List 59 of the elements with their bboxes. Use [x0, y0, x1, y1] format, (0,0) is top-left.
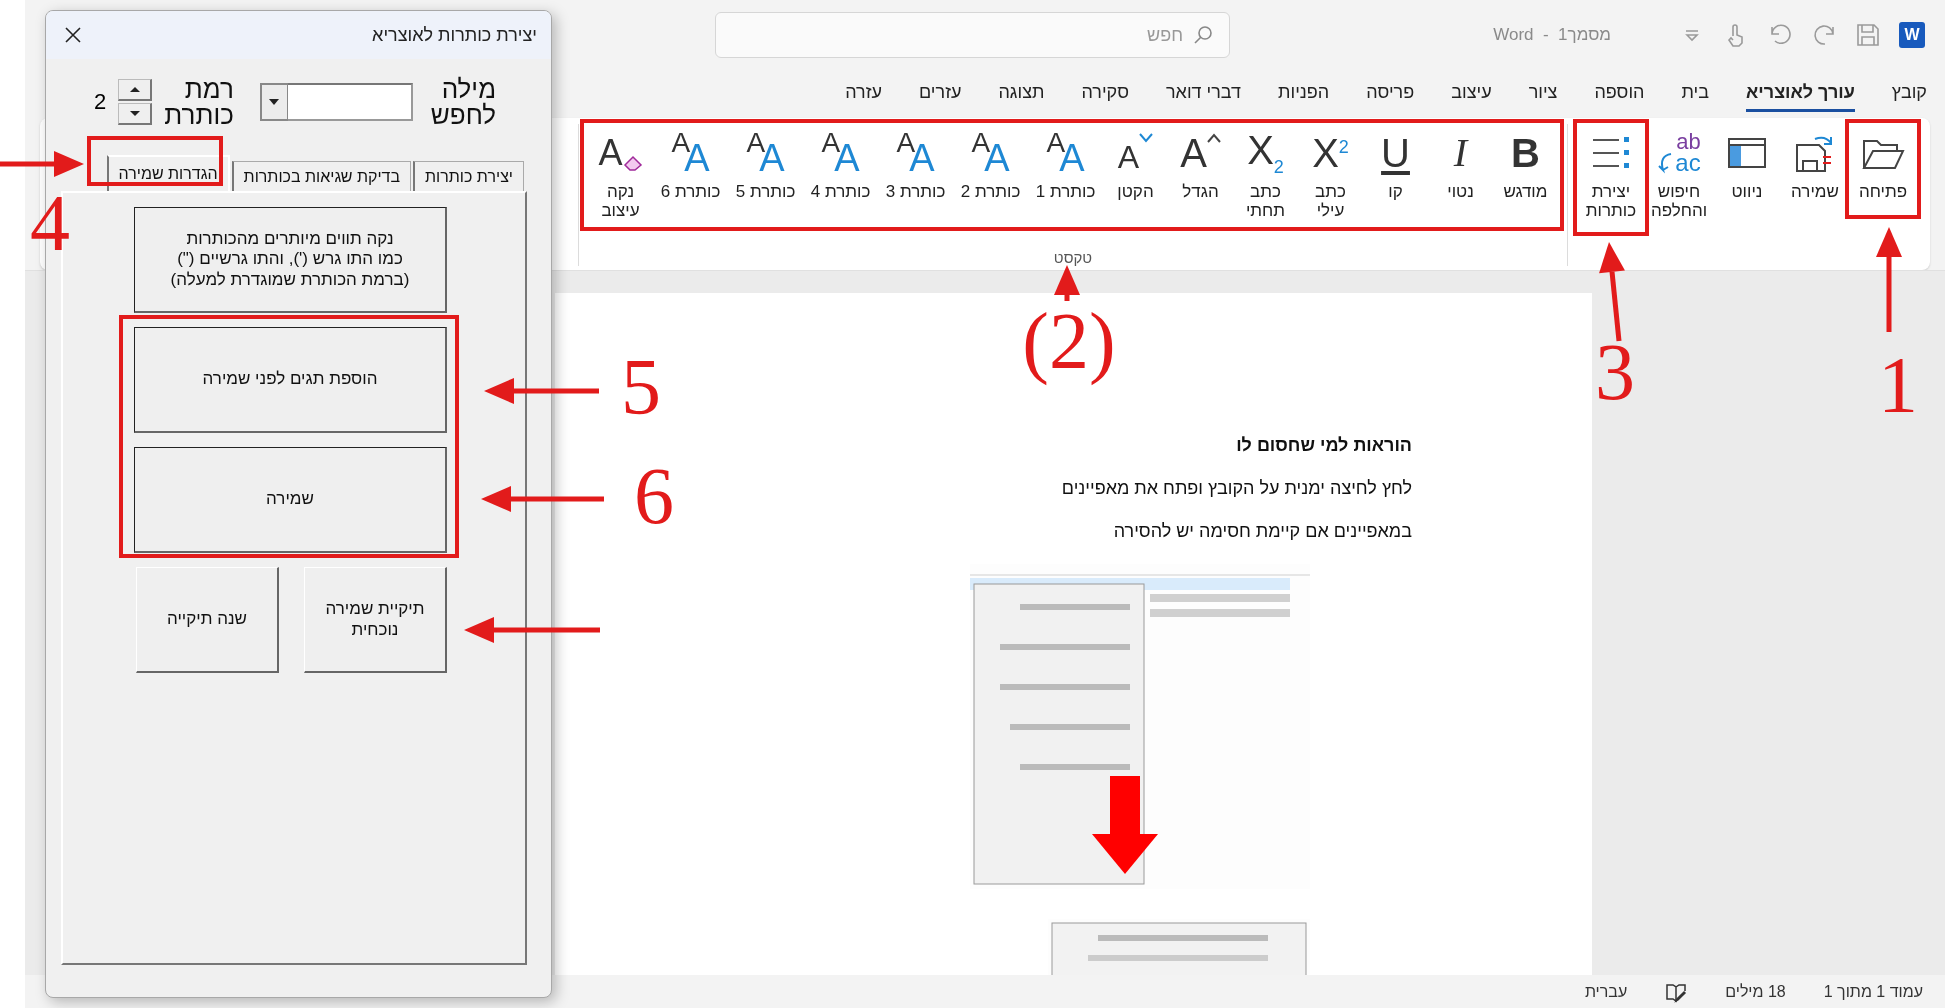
- callout-number: 1: [1878, 345, 1918, 425]
- format-glyph: U: [1381, 133, 1410, 173]
- caret-up-icon: [128, 86, 141, 93]
- dialog-title: יצירת כותרות לאוצריא: [372, 24, 537, 46]
- ribbon-button[interactable]: שמירה: [1781, 124, 1849, 202]
- spin-up-button[interactable]: [118, 79, 153, 101]
- ribbon-button[interactable]: פתיחה: [1849, 124, 1917, 202]
- caret-down-icon: [268, 98, 281, 106]
- format-glyph: I: [1453, 133, 1468, 173]
- format-glyph: B: [1511, 133, 1540, 173]
- format-glyph: X$^{2}$: [1312, 133, 1349, 173]
- page-count: עמוד 1 מתוך 1: [1823, 982, 1923, 1001]
- dialog-button[interactable]: שנה תיקייה: [136, 567, 279, 673]
- field-label: רמת כותרת: [164, 76, 234, 128]
- callout-number: 5: [621, 347, 661, 427]
- redo-icon[interactable]: [1811, 22, 1837, 48]
- document-heading: הוראות למי שחסום לו: [1235, 435, 1412, 456]
- ribbon-tab[interactable]: עזרה: [845, 76, 882, 112]
- ribbon-tab[interactable]: פריסה: [1366, 76, 1415, 112]
- dialog-button[interactable]: הוספת תגים לפני שמירה: [134, 327, 447, 433]
- format-glyph: X$_{2}$: [1247, 130, 1284, 176]
- heading-list-icon: [1591, 136, 1631, 170]
- dialog-button[interactable]: שמירה: [134, 447, 447, 553]
- group-label: טקסט: [1052, 249, 1094, 266]
- field-label: מילה לחפש: [430, 76, 496, 128]
- document-paragraph: לחץ לחיצה ימנית על הקובץ ופתח את מאפיינים: [1060, 478, 1412, 499]
- ribbon-tab[interactable]: ציור: [1528, 76, 1558, 112]
- language-indicator[interactable]: עברית: [1584, 982, 1628, 1001]
- ribbon-tab[interactable]: עזרים: [919, 76, 962, 112]
- dropdown-button[interactable]: [259, 83, 288, 121]
- ribbon-tab[interactable]: הוספה: [1594, 76, 1645, 112]
- ribbon-button[interactable]: יצירת כותרות: [1577, 124, 1645, 221]
- ribbon-tab[interactable]: הפניות: [1278, 76, 1330, 112]
- navigation-pane-icon: [1727, 137, 1767, 169]
- word-logo: W: [1899, 22, 1925, 48]
- search-icon: [1193, 25, 1213, 45]
- ribbon-tab[interactable]: סקירה: [1081, 76, 1129, 112]
- callout-number: 4: [30, 183, 70, 263]
- dialog-button[interactable]: נקה תווים מיותרים מהכותרות כמו התו גרש ('), והתו גרשיים (") (ברמת הכותרת שמוגדרת למעלה): [134, 207, 447, 313]
- dialog-tab[interactable]: יצירת כותרות: [413, 161, 524, 191]
- ribbon-tab[interactable]: עורך לאוצריא: [1746, 76, 1855, 112]
- word-count: 18 מילים: [1725, 982, 1786, 1001]
- ribbon-tab[interactable]: עיצוב: [1451, 76, 1492, 112]
- callout-number: 6: [634, 456, 674, 536]
- callout-number: 3: [1595, 332, 1635, 412]
- ribbon-tab[interactable]: בית: [1681, 76, 1710, 112]
- dialog-tab[interactable]: בדיקת שגיאות בכותרות: [231, 161, 412, 191]
- ribbon-tab[interactable]: דברי דואר: [1166, 76, 1242, 112]
- annotation-arrow: [1054, 265, 1080, 301]
- dialog-button[interactable]: תיקיית שמירה נוכחית: [304, 567, 447, 673]
- ribbon-tab[interactable]: קובץ: [1891, 76, 1927, 112]
- spin-down-button[interactable]: [118, 103, 153, 125]
- ribbon-button[interactable]: ניווט: [1713, 124, 1781, 202]
- document-paragraph: במאפיינים אם קיימת חסימה יש להסירה: [1112, 521, 1412, 542]
- level-value: 2: [94, 89, 107, 115]
- search-word-field[interactable]: [287, 83, 413, 121]
- ribbon-tab[interactable]: תצוגה: [998, 76, 1045, 112]
- window-title: מסמך1 - Word: [1493, 25, 1611, 45]
- save-icon[interactable]: [1855, 22, 1881, 48]
